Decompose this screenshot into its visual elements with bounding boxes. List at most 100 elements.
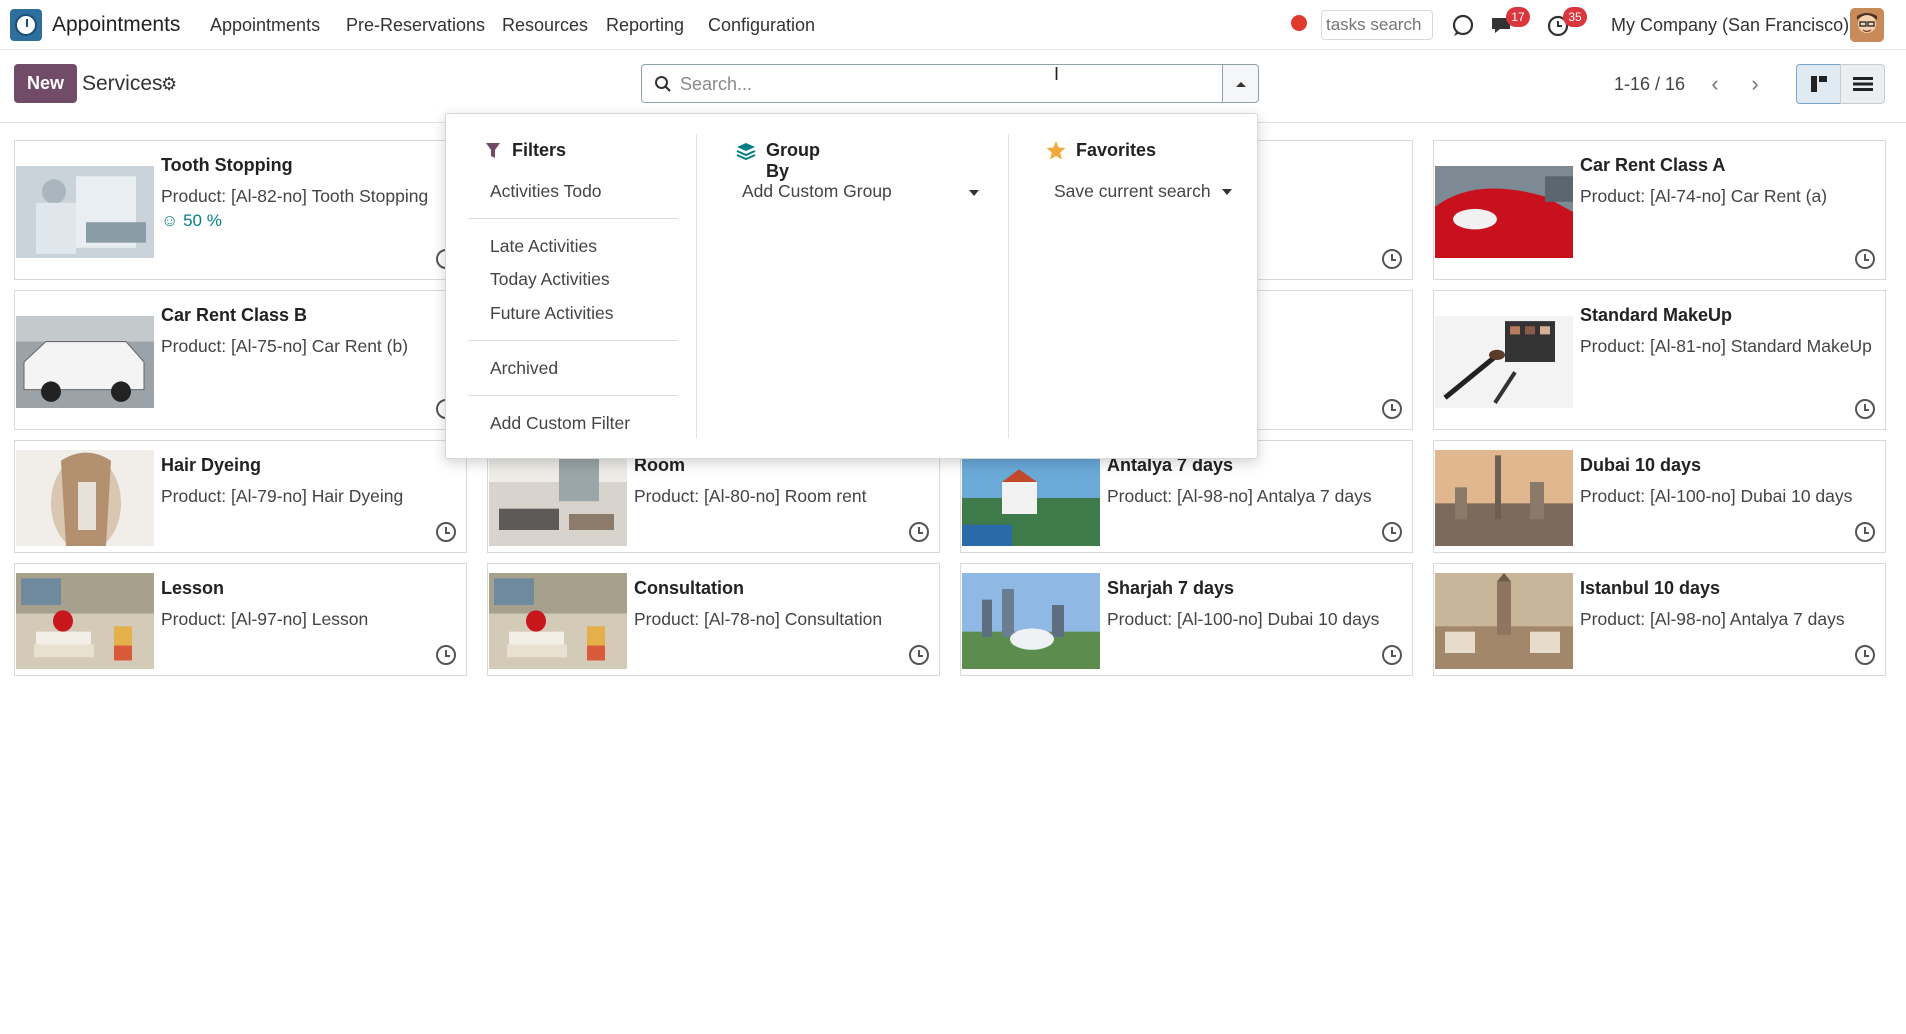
pager-value[interactable]: 1-16 / 16	[1614, 74, 1685, 95]
activity-clock-icon[interactable]	[1382, 249, 1402, 269]
favorites-heading: Favorites	[1076, 140, 1157, 160]
card-title: Lesson	[161, 578, 225, 598]
add-custom-group-label: Add Custom Group	[742, 181, 892, 201]
card-title: Consultation	[634, 578, 744, 598]
list-view-button[interactable]	[1840, 64, 1885, 104]
add-custom-group-select[interactable]: Add Custom Group	[742, 181, 982, 207]
pager-next-button[interactable]: ›	[1736, 66, 1774, 102]
kanban-card[interactable]: Car Rent Class A Product: [Al-74-no] Car …	[1433, 140, 1886, 280]
card-product: Product: [Al-100-no] Dubai 10 days	[1107, 609, 1380, 629]
chevron-down-icon	[1222, 189, 1232, 195]
activity-clock-icon[interactable]	[1855, 399, 1875, 419]
menu-reporting[interactable]: Reporting	[606, 15, 684, 36]
activity-clock-icon[interactable]	[1855, 645, 1875, 665]
search-icon	[655, 76, 671, 92]
filters-heading: Filters	[512, 140, 567, 160]
breadcrumb: Services	[82, 72, 163, 95]
search-options-toggle[interactable]	[1222, 64, 1259, 103]
menu-pre-reservations[interactable]: Pre-Reservations	[346, 15, 485, 36]
gear-icon[interactable]: ⚙	[161, 74, 177, 95]
activity-clock-icon[interactable]	[909, 522, 929, 542]
company-switcher[interactable]: My Company (San Francisco)	[1611, 15, 1849, 36]
save-current-search-label: Save current search	[1054, 181, 1211, 201]
card-product: Product: [Al-79-no] Hair Dyeing	[161, 486, 404, 506]
card-product: Product: [Al-78-no] Consultation	[634, 609, 883, 629]
activity-clock-icon[interactable]	[436, 522, 456, 542]
card-thumbnail-image	[489, 449, 627, 546]
activity-clock-icon[interactable]	[909, 645, 929, 665]
activity-clock-icon[interactable]	[1382, 522, 1402, 542]
card-thumbnail-image	[1435, 316, 1573, 408]
kanban-card[interactable]: Standard MakeUp Product: [Al-81-no] Stand…	[1433, 290, 1886, 430]
kanban-card[interactable]: Lesson Product: [Al-97-no] Lesson	[14, 563, 467, 676]
top-navbar: Appointments Appointments Pre-Reservatio…	[0, 0, 1906, 50]
card-thumbnail-image	[962, 449, 1100, 546]
card-title: Car Rent Class A	[1580, 155, 1726, 175]
recording-indicator-icon[interactable]	[1291, 15, 1307, 31]
card-title: Car Rent Class B	[161, 305, 308, 325]
card-title: Standard MakeUp	[1580, 305, 1733, 325]
card-thumbnail-image	[1435, 166, 1573, 258]
filter-late-activities[interactable]: Late Activities	[490, 236, 597, 257]
layers-icon	[736, 143, 756, 160]
kanban-card[interactable]: Istanbul 10 days Product: [Al-98-no] Anta…	[1433, 563, 1886, 676]
column-divider	[1008, 134, 1009, 438]
card-thumbnail-image	[16, 316, 154, 408]
smile-icon: ☺	[161, 211, 179, 230]
search-panel-dropdown: Filters Activities Todo Late Activities …	[445, 113, 1258, 459]
pager-previous-button[interactable]: ‹	[1696, 66, 1734, 102]
kanban-card[interactable]: Hair Dyeing Product: [Al-79-no] Hair Dyei…	[14, 440, 467, 553]
card-title: Hair Dyeing	[161, 455, 262, 475]
menu-appointments[interactable]: Appointments	[210, 15, 320, 36]
kanban-card[interactable]: Tooth Stopping Product: [Al-82-no] Tooth …	[14, 140, 467, 280]
card-product: Product: [Al-98-no] Antalya 7 days	[1580, 609, 1845, 629]
column-divider	[696, 134, 697, 438]
kanban-card[interactable]: Car Rent Class B Product: [Al-75-no] Car …	[14, 290, 467, 430]
filters-separator	[468, 340, 678, 341]
card-title: Tooth Stopping	[161, 155, 293, 175]
menu-resources[interactable]: Resources	[502, 15, 588, 36]
card-thumbnail-image	[16, 166, 154, 258]
kanban-card[interactable]: Consultation Product: [Al-78-no] Consulta…	[487, 563, 940, 676]
card-rating: ☺ 50 %	[161, 211, 222, 231]
messages-badge: 17	[1506, 7, 1530, 27]
group-by-heading: Group By	[766, 140, 820, 181]
card-thumbnail-image	[16, 449, 154, 546]
card-product: Product: [Al-74-no] Car Rent (a)	[1580, 186, 1828, 206]
activity-clock-icon[interactable]	[1382, 645, 1402, 665]
card-product: Product: [Al-75-no] Car Rent (b)	[161, 336, 409, 356]
kanban-icon	[1810, 76, 1827, 92]
card-product: Product: [Al-81-no] Standard MakeUp	[1580, 336, 1872, 356]
app-logo-icon[interactable]	[10, 9, 42, 41]
kanban-view-button[interactable]	[1796, 64, 1841, 104]
search-box[interactable]	[641, 64, 1223, 103]
user-avatar[interactable]	[1850, 8, 1884, 42]
card-product: Product: [Al-100-no] Dubai 10 days	[1580, 486, 1853, 506]
filters-separator	[468, 218, 678, 219]
card-title: Sharjah 7 days	[1107, 578, 1235, 598]
kanban-card[interactable]: Dubai 10 days Product: [Al-100-no] Dubai …	[1433, 440, 1886, 553]
card-thumbnail-image	[962, 572, 1100, 669]
add-custom-filter[interactable]: Add Custom Filter	[490, 413, 630, 434]
activity-clock-icon[interactable]	[1855, 522, 1875, 542]
app-title[interactable]: Appointments	[52, 13, 180, 37]
filter-icon	[486, 143, 500, 158]
activity-clock-icon[interactable]	[1855, 249, 1875, 269]
tasks-search-input[interactable]	[1321, 10, 1433, 40]
chevron-down-icon	[969, 190, 979, 196]
filter-future-activities[interactable]: Future Activities	[490, 303, 614, 324]
kanban-card[interactable]: Sharjah 7 days Product: [Al-100-no] Dubai…	[960, 563, 1413, 676]
save-current-search-toggle[interactable]: Save current search	[1054, 181, 1234, 207]
menu-configuration[interactable]: Configuration	[708, 15, 815, 36]
discuss-icon[interactable]	[1450, 12, 1476, 38]
star-icon	[1046, 141, 1066, 160]
search-input[interactable]	[680, 73, 1200, 95]
new-button[interactable]: New	[14, 64, 77, 103]
card-thumbnail-image	[16, 572, 154, 669]
card-product: Product: [Al-80-no] Room rent	[634, 486, 867, 506]
filter-activities-todo[interactable]: Activities Todo	[490, 181, 602, 202]
activity-clock-icon[interactable]	[1382, 399, 1402, 419]
filter-today-activities[interactable]: Today Activities	[490, 269, 610, 290]
filter-archived[interactable]: Archived	[490, 358, 558, 379]
activity-clock-icon[interactable]	[436, 645, 456, 665]
